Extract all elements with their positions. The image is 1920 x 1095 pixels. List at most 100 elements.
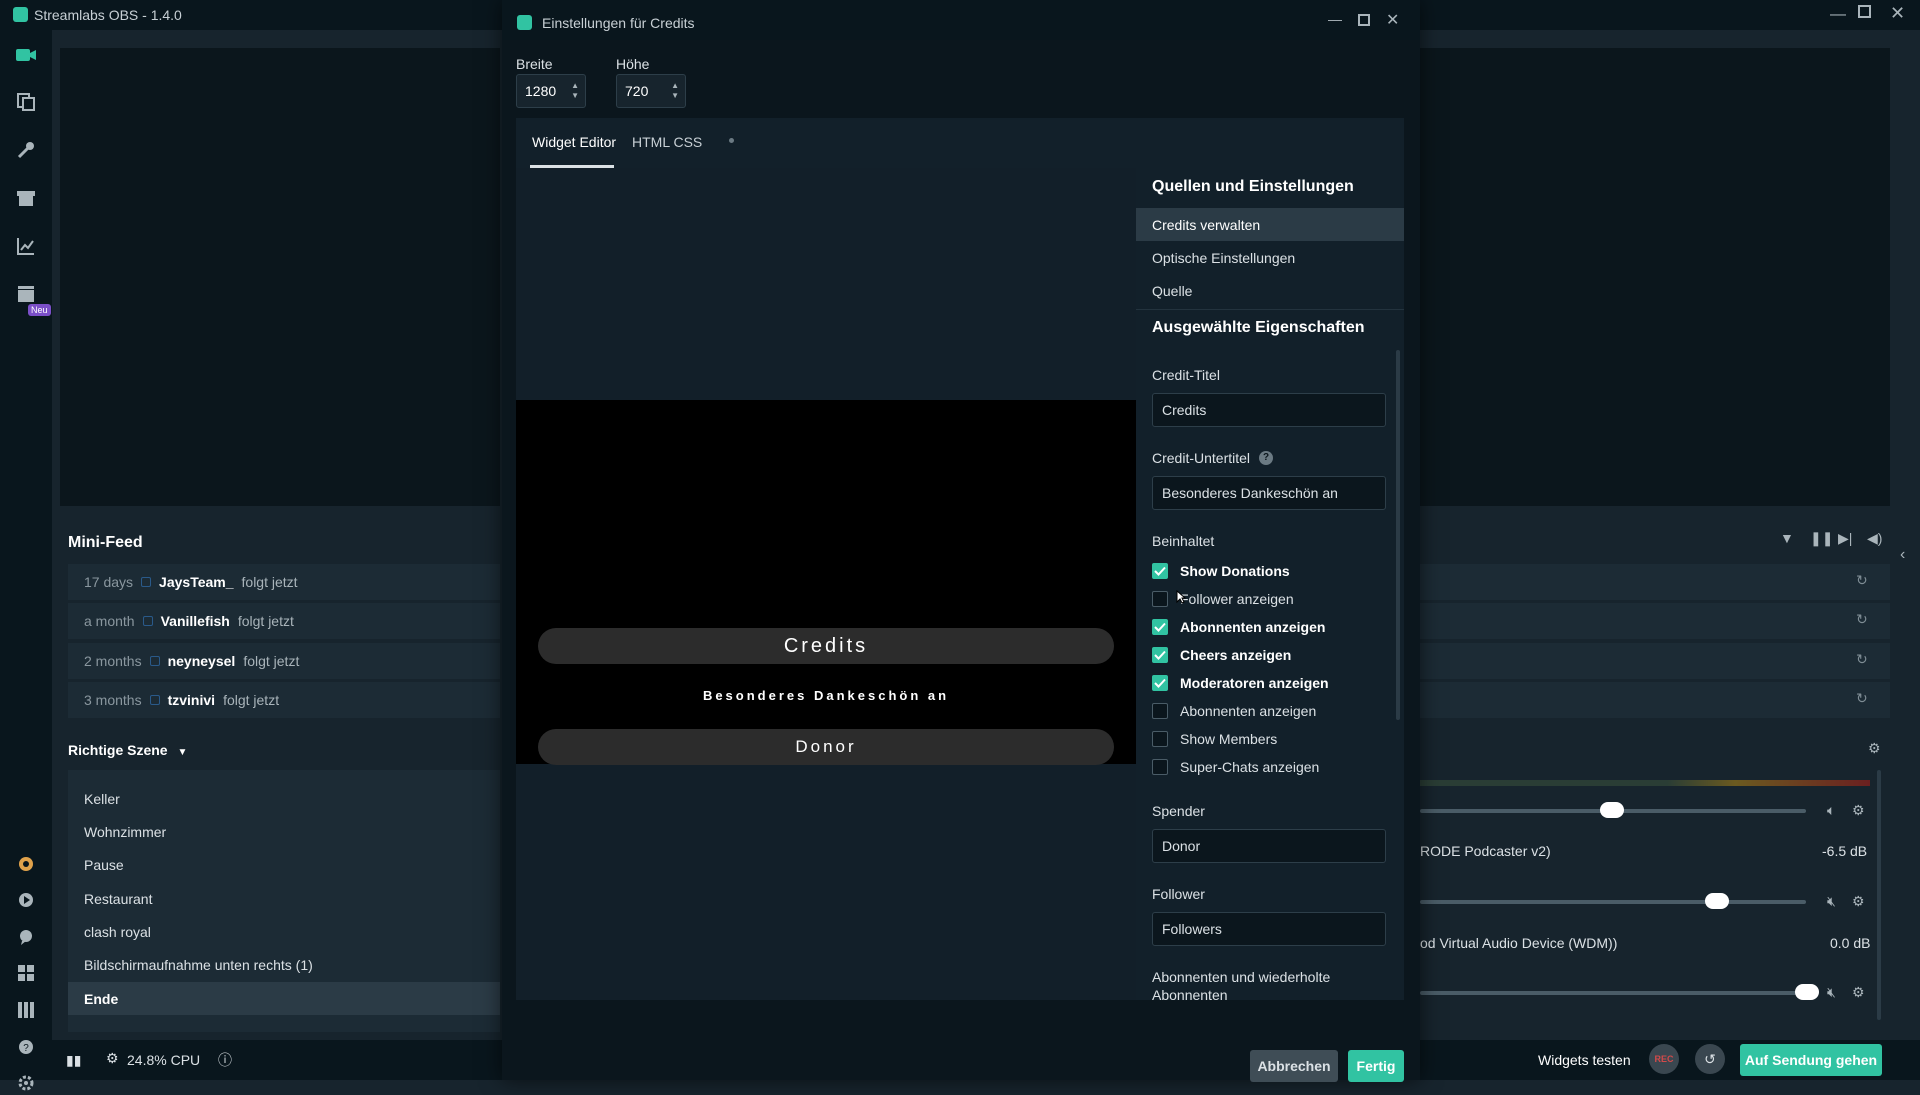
checkbox-checked-icon[interactable] (1152, 563, 1168, 579)
checkbox-members[interactable]: Show Members (1152, 729, 1277, 749)
feed-item[interactable]: 3 months tzvinivi folgt jetzt (68, 682, 500, 718)
speaker-icon[interactable]: 🔈︎ (1827, 802, 1835, 819)
checkbox-moderators[interactable]: Moderatoren anzeigen (1152, 673, 1329, 693)
checkbox-cheers[interactable]: Cheers anzeigen (1152, 645, 1291, 665)
done-button[interactable]: Fertig (1348, 1050, 1404, 1082)
volume-slider[interactable] (1420, 900, 1806, 904)
scene-item-selected[interactable]: Ende (68, 982, 500, 1015)
repeat-icon[interactable]: ↻ (1856, 690, 1868, 707)
credit-title-input[interactable]: Credits (1152, 393, 1386, 427)
feed-row-right: ↻ (1420, 564, 1890, 600)
scene-item[interactable]: Pause (68, 848, 500, 881)
play-icon[interactable] (14, 888, 38, 912)
checkbox-unchecked-icon[interactable] (1152, 703, 1168, 719)
checkbox-checked-icon[interactable] (1152, 647, 1168, 663)
feed-item[interactable]: a month Vanillefish folgt jetzt (68, 603, 500, 639)
filter-icon[interactable]: ▼ (1780, 530, 1794, 546)
dialog-titlebar: Einstellungen für Credits — ✕ (502, 0, 1420, 40)
muted-speaker-icon[interactable]: 🔇︎ (1827, 984, 1836, 1001)
help-icon[interactable]: ? (14, 1035, 38, 1059)
volume-slider-handle[interactable] (1705, 893, 1729, 909)
highlighter-icon[interactable] (14, 282, 38, 306)
cancel-button[interactable]: Abbrechen (1250, 1050, 1338, 1082)
checkbox-superchats[interactable]: Super-Chats anzeigen (1152, 757, 1319, 777)
go-live-button[interactable]: Auf Sendung gehen (1740, 1044, 1882, 1076)
feed-action: folgt jetzt (243, 653, 300, 669)
muted-speaker-icon[interactable]: 🔇︎ (1827, 893, 1836, 910)
sidebar-scrollbar[interactable] (1396, 350, 1400, 720)
checkbox-subscribers[interactable]: Abonnenten anzeigen (1152, 617, 1325, 637)
source-gear-icon[interactable]: ⚙ (1852, 802, 1865, 819)
app-logo-icon (13, 7, 28, 22)
repeat-icon[interactable]: ↻ (1856, 611, 1868, 628)
checkbox-unchecked-icon[interactable] (1152, 731, 1168, 747)
dialog-maximize-icon[interactable] (1358, 14, 1370, 26)
width-input[interactable]: 1280 ▲ ▼ (516, 74, 586, 108)
scene-item[interactable]: Wohnzimmer (68, 815, 500, 848)
tools-icon[interactable] (14, 138, 38, 162)
layout-icon[interactable] (14, 998, 38, 1022)
volume-slider-handle[interactable] (1795, 984, 1819, 1000)
width-stepper-icon[interactable]: ▲ ▼ (571, 81, 579, 101)
stream-preview-right (1420, 48, 1890, 506)
maximize-icon[interactable] (1858, 5, 1871, 18)
source-gear-icon[interactable]: ⚙ (1852, 984, 1865, 1001)
stats-icon[interactable]: ▮▮ (66, 1052, 81, 1069)
settings-gear-icon[interactable] (14, 1071, 38, 1095)
prime-icon[interactable] (14, 852, 38, 876)
minimize-icon[interactable]: — (1830, 6, 1846, 24)
feed-toolbar: ▼ ❚❚ ▶| ◀) (1420, 524, 1890, 554)
donor-input[interactable]: Donor (1152, 829, 1386, 863)
volume-icon[interactable]: ◀) (1867, 530, 1882, 547)
scene-item[interactable]: Keller (68, 782, 500, 815)
scene-item[interactable]: clash royal (68, 915, 500, 948)
store-icon[interactable] (14, 186, 38, 210)
scene-item[interactable]: Bildschirmaufnahme unten rechts (1) (68, 948, 500, 981)
analytics-icon[interactable] (14, 234, 38, 258)
scene-collection-title[interactable]: Richtige Szene ▼ (68, 742, 187, 758)
feed-item[interactable]: 2 months neyneysel folgt jetzt (68, 643, 500, 679)
volume-slider[interactable] (1420, 991, 1806, 995)
menu-credits-manage[interactable]: Credits verwalten (1136, 208, 1404, 241)
tab-html-css[interactable]: HTML CSS (632, 134, 702, 150)
checkbox-unchecked-icon[interactable] (1152, 759, 1168, 775)
follower-input[interactable]: Followers (1152, 912, 1386, 946)
themes-icon[interactable] (14, 90, 38, 114)
audio-meter (1420, 780, 1870, 786)
checkbox-show-donations[interactable]: Show Donations (1152, 561, 1290, 581)
help-icon[interactable]: ? (1259, 451, 1273, 465)
checkbox-checked-icon[interactable] (1152, 675, 1168, 691)
close-icon[interactable]: ✕ (1890, 3, 1905, 24)
info-icon[interactable]: ⓘ (218, 1050, 232, 1070)
editor-icon[interactable] (14, 42, 38, 66)
chevron-down-icon[interactable]: ▼ (177, 747, 187, 758)
chat-icon[interactable] (14, 925, 38, 949)
dialog-minimize-icon[interactable]: — (1328, 11, 1342, 27)
repeat-icon[interactable]: ↻ (1856, 651, 1868, 668)
feed-item[interactable]: 17 days JaysTeam_ folgt jetzt (68, 564, 500, 600)
skip-icon[interactable]: ▶| (1838, 530, 1852, 547)
tab-widget-editor[interactable]: Widget Editor (532, 134, 616, 150)
collapse-chevron-icon[interactable]: ‹ (1900, 546, 1905, 564)
height-stepper-icon[interactable]: ▲ ▼ (671, 81, 679, 101)
mixer-settings-icon[interactable]: ⚙ (1868, 740, 1881, 757)
dialog-close-icon[interactable]: ✕ (1386, 10, 1399, 30)
height-input[interactable]: 720 ▲ ▼ (616, 74, 686, 108)
credit-subtitle-input[interactable]: Besonderes Dankeschön an (1152, 476, 1386, 510)
checkbox-subscribers-2[interactable]: Abonnenten anzeigen (1152, 701, 1316, 721)
scene-item[interactable]: Restaurant (68, 882, 500, 915)
record-button[interactable]: REC (1649, 1044, 1679, 1074)
checkbox-unchecked-icon[interactable] (1152, 591, 1168, 607)
widgets-test-label[interactable]: Widgets testen (1538, 1052, 1631, 1068)
repeat-icon[interactable]: ↻ (1856, 572, 1868, 589)
checkbox-checked-icon[interactable] (1152, 619, 1168, 635)
checkbox-follower[interactable]: Follower anzeigen (1152, 589, 1294, 609)
source-gear-icon[interactable]: ⚙ (1852, 893, 1865, 910)
menu-visual-settings[interactable]: Optische Einstellungen (1136, 241, 1404, 274)
replay-buffer-icon[interactable]: ↺ (1695, 1044, 1725, 1074)
volume-slider-handle[interactable] (1600, 802, 1624, 818)
menu-source[interactable]: Quelle (1136, 274, 1404, 307)
mixer-scrollbar[interactable] (1877, 770, 1881, 1020)
pause-icon[interactable]: ❚❚ (1810, 530, 1833, 547)
apps-icon[interactable] (14, 961, 38, 985)
